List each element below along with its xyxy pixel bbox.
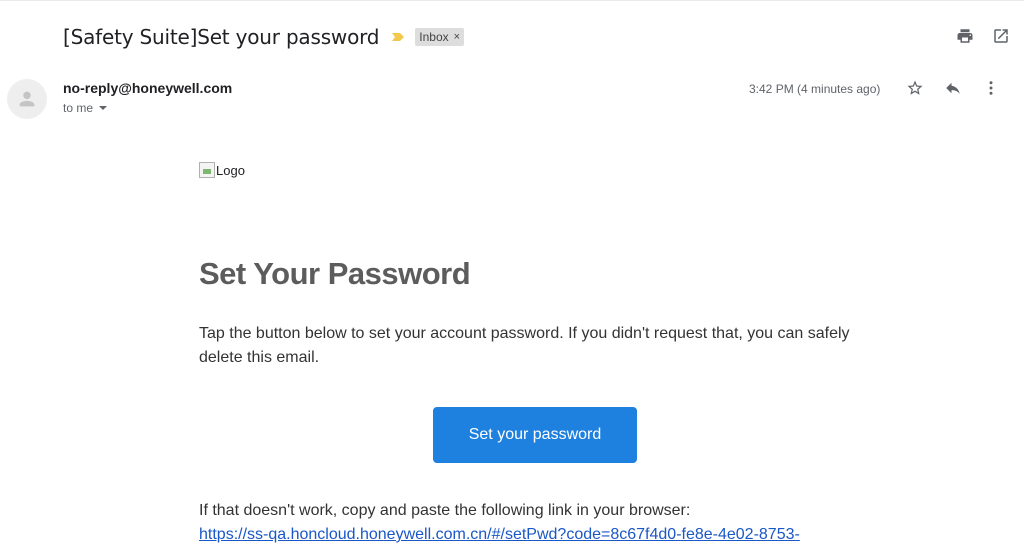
set-password-button[interactable]: Set your password — [433, 407, 637, 463]
recipient-text: to me — [63, 101, 94, 115]
star-icon[interactable] — [906, 78, 924, 98]
sender-email[interactable]: no-reply@honeywell.com — [63, 80, 232, 96]
reply-icon[interactable] — [944, 78, 962, 98]
message-timestamp: 3:42 PM (4 minutes ago) — [749, 82, 881, 96]
show-details-dropdown-icon[interactable] — [99, 106, 108, 110]
email-body-text: Tap the button below to set your account… — [199, 325, 850, 366]
message-actions — [906, 78, 1000, 98]
print-icon[interactable] — [956, 26, 974, 46]
broken-image-icon — [199, 162, 215, 178]
remove-label-button[interactable]: × — [454, 30, 460, 44]
inbox-label: Inbox × — [415, 28, 465, 46]
inbox-label-text: Inbox — [419, 30, 449, 44]
logo-alt-text: Logo — [216, 162, 245, 178]
fallback-instructions: If that doesn't work, copy and paste the… — [199, 502, 691, 519]
set-password-link[interactable]: https://ss-qa.honcloud.honeywell.com.cn/… — [199, 523, 800, 547]
person-icon — [19, 91, 35, 107]
sender-avatar[interactable] — [7, 79, 47, 119]
email-title: Set Your Password — [199, 256, 471, 291]
importance-marker-icon[interactable] — [391, 30, 405, 44]
open-in-new-window-icon[interactable] — [992, 26, 1010, 46]
top-divider — [0, 0, 1024, 1]
thread-actions — [956, 26, 1010, 46]
email-subject: [Safety Suite]Set your password — [63, 25, 380, 49]
recipient-line: to me — [63, 101, 108, 115]
more-vert-icon[interactable] — [982, 78, 1000, 98]
subject-row: [Safety Suite]Set your password Inbox × — [63, 22, 465, 52]
logo-image: Logo — [199, 162, 245, 178]
